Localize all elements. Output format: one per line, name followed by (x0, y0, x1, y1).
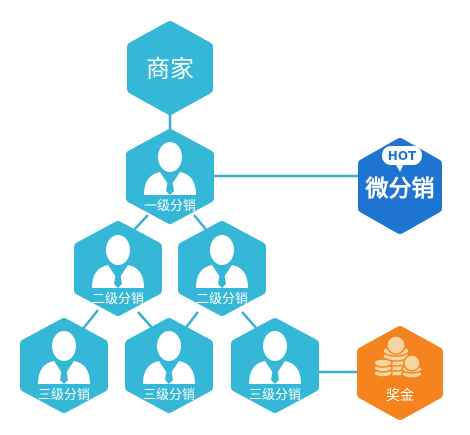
level3-label-left: 三级分销 (38, 388, 90, 403)
level2-node-left: 二级分销 (74, 221, 162, 316)
level1-node: 一级分销 (126, 129, 214, 224)
merchant-node: 商家 (127, 21, 213, 115)
merchant-label: 商家 (146, 55, 194, 83)
diagram-canvas: 商家 一级分销 二级分销 二级分销 三级分销 三级分销 三级分销 HOT 微分销… (20, 21, 443, 420)
level2-label-left: 二级分销 (92, 292, 144, 307)
microdist-badge: HOT 微分销 (358, 138, 442, 234)
microdist-title: 微分销 (365, 175, 435, 202)
level2-label-right: 二级分销 (196, 292, 248, 307)
level3-node-left: 三级分销 (20, 318, 108, 413)
hot-label: HOT (388, 149, 417, 163)
level3-label-middle: 三级分销 (143, 388, 195, 403)
level3-label-right: 三级分销 (249, 388, 301, 403)
connector-level2-left-level3-left (81, 309, 99, 331)
bonus-label: 奖金 (386, 387, 414, 404)
level2-node-right: 二级分销 (178, 221, 266, 316)
level1-label: 一级分销 (144, 199, 196, 214)
bonus-badge: 奖金 (357, 326, 443, 420)
level3-node-right: 三级分销 (231, 318, 319, 413)
distribution-diagram: 商家 一级分销 二级分销 二级分销 三级分销 三级分销 三级分销 HOT 微分销… (0, 0, 470, 435)
connector-level2-right-level3-right (241, 311, 259, 331)
level3-node-middle: 三级分销 (125, 318, 213, 413)
